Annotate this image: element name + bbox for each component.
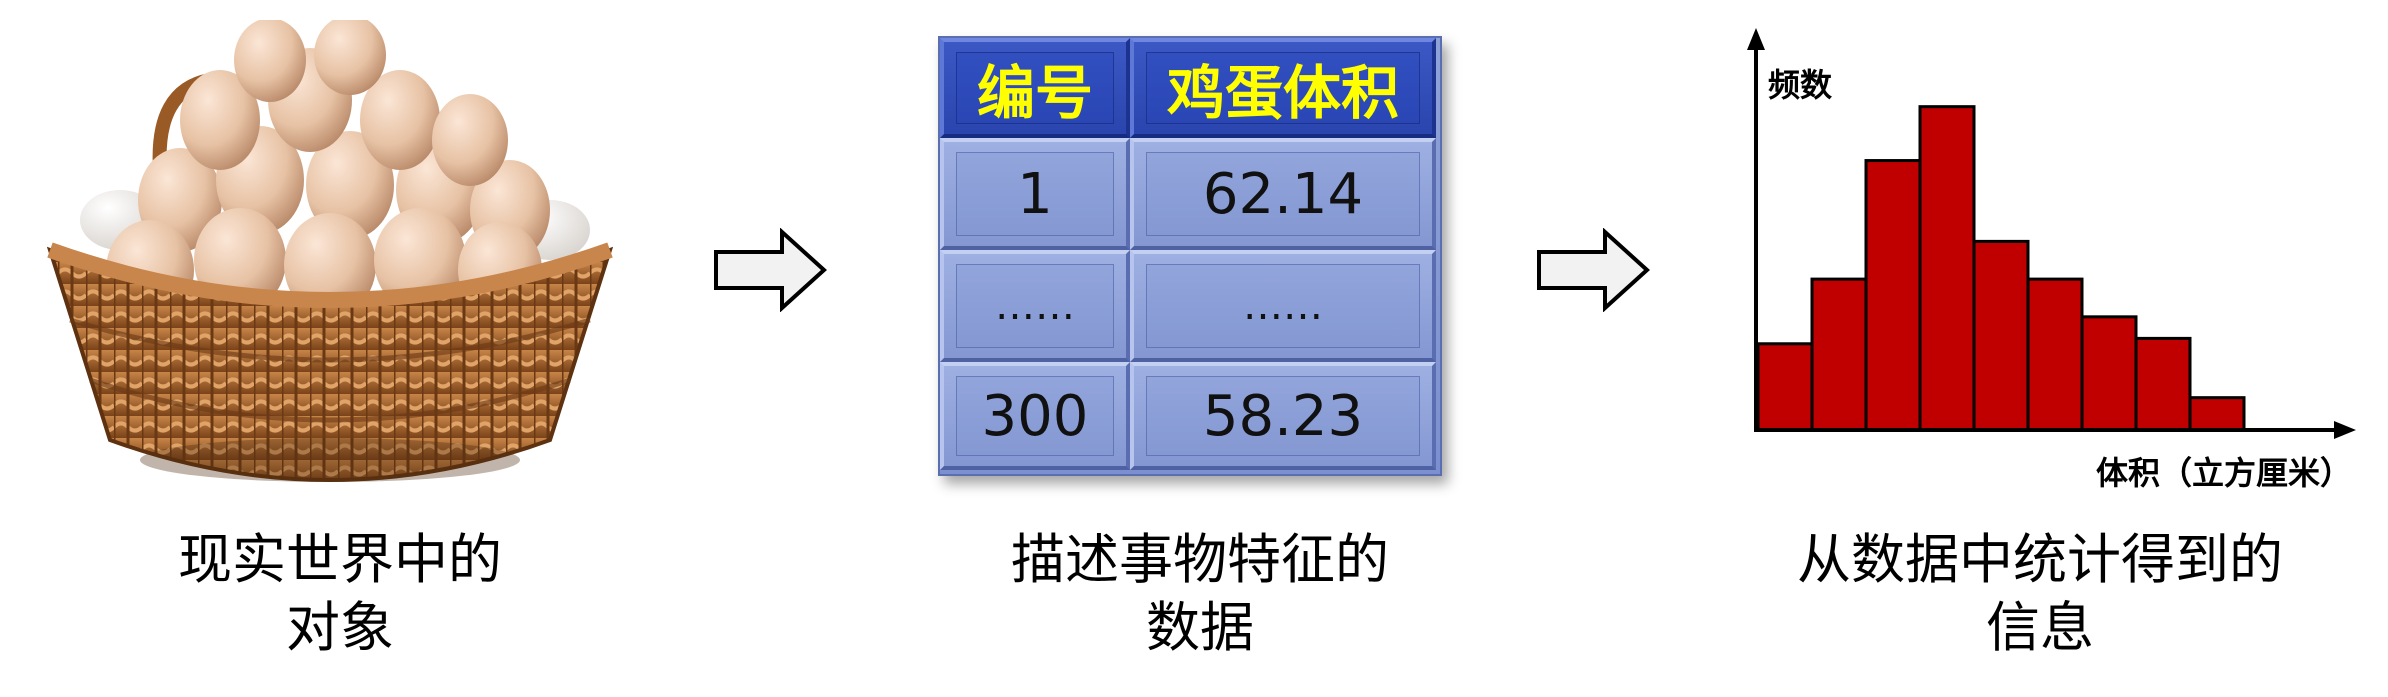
table-cell: 300 bbox=[940, 362, 1130, 470]
header-volume-label: 鸡蛋体积 bbox=[1166, 59, 1399, 127]
cell-volume-1: 62.14 bbox=[1202, 161, 1364, 227]
histogram-bar bbox=[1810, 277, 1868, 432]
caption-info: 从数据中统计得到的 信息 bbox=[1760, 526, 2320, 662]
table-cell: 58.23 bbox=[1130, 362, 1436, 470]
x-axis-arrowhead bbox=[2334, 421, 2356, 439]
caption-object-line1: 现实世界中的 bbox=[178, 528, 502, 591]
caption-info-line2: 信息 bbox=[1986, 596, 2094, 659]
histogram-bars bbox=[1756, 105, 2246, 432]
histogram-bar bbox=[2188, 396, 2246, 432]
egg-basket-image bbox=[46, 20, 614, 482]
caption-data: 描述事物特征的 数据 bbox=[950, 526, 1450, 662]
cell-volume-300: 58.23 bbox=[1202, 383, 1364, 449]
right-arrow-icon bbox=[714, 228, 827, 312]
table-cell: …… bbox=[940, 250, 1130, 362]
cell-id-300: 300 bbox=[981, 383, 1089, 449]
caption-object-line2: 对象 bbox=[286, 596, 394, 659]
data-table: 编号 鸡蛋体积 1 62.14 …… …… 300 58.23 bbox=[938, 36, 1442, 476]
y-axis-label: 频数 bbox=[1768, 66, 1833, 104]
histogram-bar bbox=[2134, 336, 2192, 432]
cell-volume-ellipsis: …… bbox=[1243, 283, 1323, 329]
cell-id-1: 1 bbox=[1017, 161, 1053, 227]
header-id-label: 编号 bbox=[976, 59, 1093, 127]
table-cell: …… bbox=[1130, 250, 1436, 362]
caption-data-line1: 描述事物特征的 bbox=[1011, 528, 1389, 591]
histogram-bar bbox=[1864, 159, 1922, 432]
histogram-bar bbox=[1756, 342, 1814, 432]
table-cell: 1 bbox=[940, 138, 1130, 250]
y-axis-arrowhead bbox=[1747, 28, 1765, 50]
table-header-cell: 编号 bbox=[940, 38, 1130, 138]
histogram-chart: 频数 体积（立方厘米） bbox=[1720, 20, 2360, 510]
cell-id-ellipsis: …… bbox=[995, 283, 1075, 329]
histogram-bar bbox=[1972, 239, 2030, 432]
caption-data-line2: 数据 bbox=[1146, 596, 1254, 659]
histogram-bar bbox=[1918, 105, 1976, 432]
x-axis-label: 体积（立方厘米） bbox=[2095, 454, 2352, 492]
right-arrow-icon bbox=[1537, 228, 1650, 312]
table-cell: 62.14 bbox=[1130, 138, 1436, 250]
caption-object: 现实世界中的 对象 bbox=[90, 526, 590, 662]
table-header-cell: 鸡蛋体积 bbox=[1130, 38, 1436, 138]
caption-info-line1: 从数据中统计得到的 bbox=[1797, 528, 2283, 591]
histogram-bar bbox=[2026, 277, 2084, 432]
histogram-bar bbox=[2080, 315, 2138, 432]
